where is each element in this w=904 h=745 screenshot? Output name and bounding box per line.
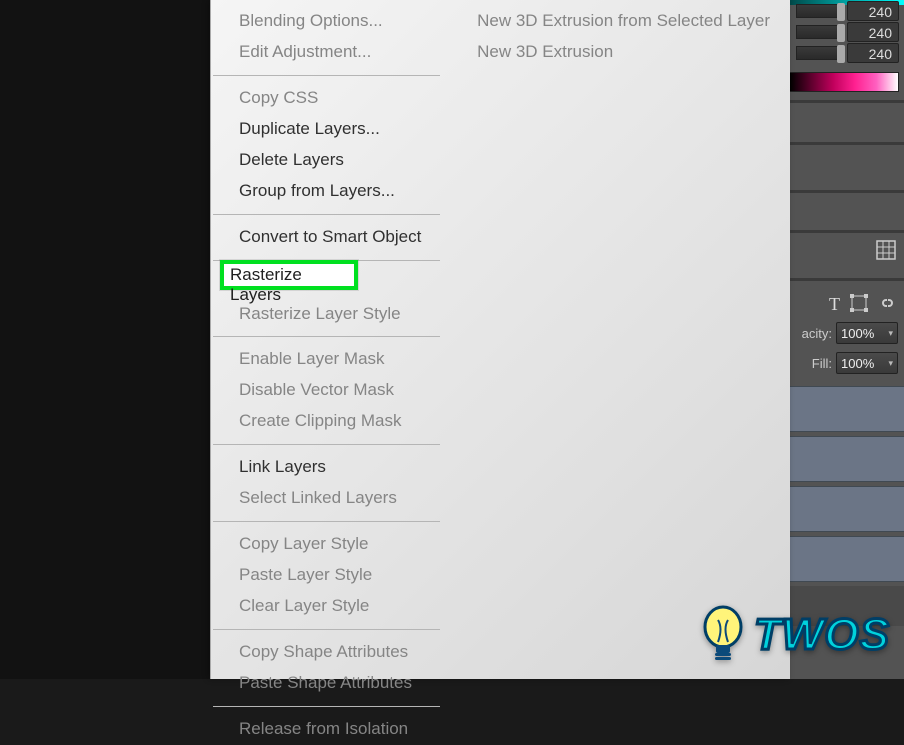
menu-item-delete-layers[interactable]: Delete Layers — [211, 145, 442, 176]
right-panel: 240 240 240 T acity: 100% ▾ Fill: 100% ▾ — [780, 0, 904, 679]
menu-item-3d-extrusion-selected[interactable]: New 3D Extrusion from Selected Layer — [449, 6, 790, 37]
transform-icon[interactable] — [850, 294, 868, 312]
menu-item-select-linked-layers[interactable]: Select Linked Layers — [211, 483, 442, 514]
link-icon[interactable] — [878, 294, 896, 312]
fill-field[interactable]: 100% ▾ — [836, 352, 898, 374]
tool-icons: T — [829, 294, 896, 315]
menu-separator — [213, 629, 440, 630]
lightbulb-icon — [700, 605, 746, 665]
layer-row[interactable] — [780, 486, 904, 532]
slider-row-1[interactable]: 240 — [796, 2, 899, 20]
menu-item-paste-layer-style[interactable]: Paste Layer Style — [211, 560, 442, 591]
slider-thumb[interactable] — [837, 24, 845, 42]
panel-icon-row — [876, 240, 896, 260]
fill-label: Fill: — [812, 356, 832, 371]
menu-item-enable-layer-mask[interactable]: Enable Layer Mask — [211, 344, 442, 375]
menu-separator — [213, 214, 440, 215]
slider-value[interactable]: 240 — [847, 1, 899, 21]
panel-divider — [780, 190, 904, 193]
menu-item-copy-css[interactable]: Copy CSS — [211, 83, 442, 114]
menu-item-copy-layer-style[interactable]: Copy Layer Style — [211, 529, 442, 560]
fill-value: 100% — [841, 356, 874, 371]
opacity-row: acity: 100% ▾ — [802, 322, 898, 344]
type-icon[interactable]: T — [829, 294, 840, 315]
menu-item-clear-layer-style[interactable]: Clear Layer Style — [211, 591, 442, 622]
layer-row[interactable] — [780, 436, 904, 482]
opacity-field[interactable]: 100% ▾ — [836, 322, 898, 344]
panel-divider — [780, 142, 904, 145]
slider-row-3[interactable]: 240 — [796, 44, 899, 62]
fill-row: Fill: 100% ▾ — [812, 352, 898, 374]
slider-thumb[interactable] — [837, 3, 845, 21]
menu-column-2: New 3D Extrusion from Selected Layer New… — [443, 6, 790, 679]
menu-item-rasterize-layers: Rasterize Layers — [230, 265, 354, 305]
opacity-value: 100% — [841, 326, 874, 341]
menu-item-3d-extrusion[interactable]: New 3D Extrusion — [449, 37, 790, 68]
menu-item-disable-vector-mask[interactable]: Disable Vector Mask — [211, 375, 442, 406]
watermark-text: TWOS — [754, 610, 890, 660]
menu-item-paste-shape-attributes[interactable]: Paste Shape Attributes — [211, 668, 442, 699]
watermark-logo: TWOS — [700, 605, 890, 665]
menu-item-release-from-isolation[interactable]: Release from Isolation — [211, 714, 442, 745]
slider-thumb[interactable] — [837, 45, 845, 63]
slider-track[interactable] — [796, 46, 844, 60]
slider-value[interactable]: 240 — [847, 43, 899, 63]
slider-track[interactable] — [796, 4, 844, 18]
menu-item-duplicate-layers[interactable]: Duplicate Layers... — [211, 114, 442, 145]
menu-separator — [213, 75, 440, 76]
highlight-rasterize-layers[interactable]: Rasterize Layers — [220, 260, 358, 290]
menu-item-link-layers[interactable]: Link Layers — [211, 452, 442, 483]
grid-icon[interactable] — [876, 240, 896, 260]
panel-divider — [780, 230, 904, 233]
menu-column-1: Blending Options... Edit Adjustment... C… — [211, 6, 443, 679]
chevron-down-icon[interactable]: ▾ — [888, 328, 893, 339]
layer-row[interactable] — [780, 536, 904, 582]
layer-row[interactable] — [780, 386, 904, 432]
menu-item-copy-shape-attributes[interactable]: Copy Shape Attributes — [211, 637, 442, 668]
menu-item-edit-adjustment[interactable]: Edit Adjustment... — [211, 37, 442, 68]
menu-separator — [213, 521, 440, 522]
menu-item-convert-smart-object[interactable]: Convert to Smart Object — [211, 222, 442, 253]
menu-separator — [213, 706, 440, 707]
slider-track[interactable] — [796, 25, 844, 39]
panel-divider — [780, 278, 904, 281]
context-menu: Blending Options... Edit Adjustment... C… — [210, 0, 790, 679]
panel-divider — [780, 100, 904, 103]
slider-row-2[interactable]: 240 — [796, 23, 899, 41]
color-ramp[interactable] — [789, 72, 899, 92]
menu-item-blending-options[interactable]: Blending Options... — [211, 6, 442, 37]
opacity-label: acity: — [802, 326, 832, 341]
menu-item-create-clipping-mask[interactable]: Create Clipping Mask — [211, 406, 442, 437]
chevron-down-icon[interactable]: ▾ — [888, 358, 893, 369]
menu-item-group-from-layers[interactable]: Group from Layers... — [211, 176, 442, 207]
slider-value[interactable]: 240 — [847, 22, 899, 42]
menu-separator — [213, 444, 440, 445]
menu-separator — [213, 336, 440, 337]
